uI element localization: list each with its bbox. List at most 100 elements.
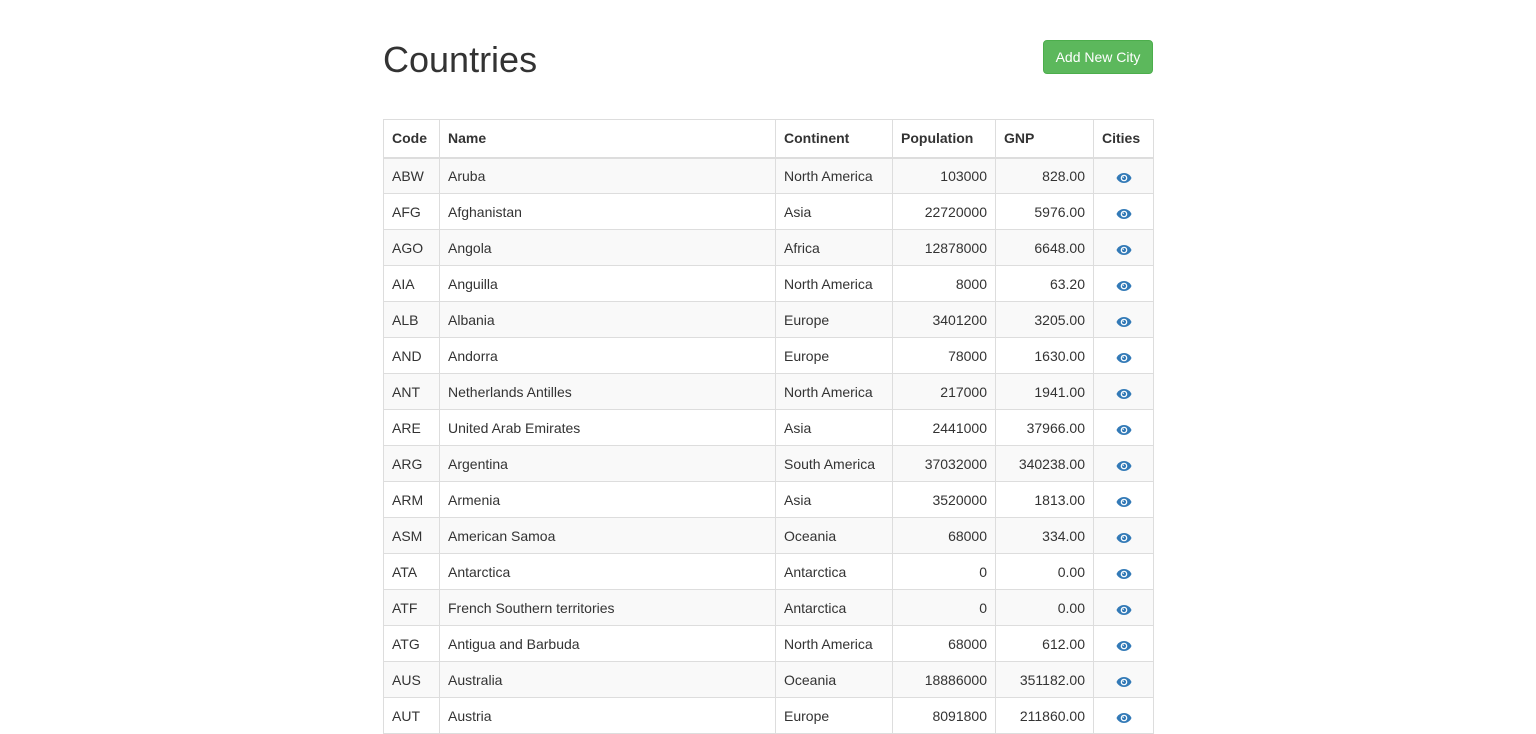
- cell-code: ARG: [383, 445, 440, 482]
- cell-continent: Africa: [775, 229, 893, 266]
- cell-cities: [1093, 661, 1154, 698]
- cell-continent: Asia: [775, 409, 893, 446]
- cell-population: 0: [892, 553, 996, 590]
- cell-population: 68000: [892, 517, 996, 554]
- cell-continent: Asia: [775, 193, 893, 230]
- cell-name: Aruba: [439, 157, 776, 194]
- table-row: ARE United Arab Emirates Asia 2441000 37966.…: [383, 409, 1154, 446]
- eye-icon[interactable]: [1116, 675, 1132, 687]
- cell-name: Albania: [439, 301, 776, 338]
- eye-icon[interactable]: [1116, 315, 1132, 327]
- eye-icon[interactable]: [1116, 387, 1132, 399]
- column-header-continent[interactable]: Continent: [775, 119, 893, 159]
- eye-icon[interactable]: [1116, 567, 1132, 579]
- cell-code: ARM: [383, 481, 440, 518]
- column-header-code[interactable]: Code: [383, 119, 440, 159]
- cell-cities: [1093, 265, 1154, 302]
- cell-continent: Europe: [775, 337, 893, 374]
- cell-cities: [1093, 301, 1154, 338]
- eye-icon[interactable]: [1116, 207, 1132, 219]
- cell-name: Argentina: [439, 445, 776, 482]
- column-header-population[interactable]: Population: [892, 119, 996, 159]
- eye-icon[interactable]: [1116, 459, 1132, 471]
- eye-icon[interactable]: [1116, 243, 1132, 255]
- eye-icon[interactable]: [1116, 639, 1132, 651]
- cell-gnp: 334.00: [995, 517, 1094, 554]
- cell-name: Antarctica: [439, 553, 776, 590]
- cell-population: 8000: [892, 265, 996, 302]
- cell-gnp: 828.00: [995, 157, 1094, 194]
- eye-icon[interactable]: [1116, 711, 1132, 723]
- eye-icon[interactable]: [1116, 279, 1132, 291]
- cell-continent: Antarctica: [775, 553, 893, 590]
- cell-name: Anguilla: [439, 265, 776, 302]
- eye-icon[interactable]: [1116, 495, 1132, 507]
- cell-population: 68000: [892, 625, 996, 662]
- cell-continent: South America: [775, 445, 893, 482]
- cell-gnp: 351182.00: [995, 661, 1094, 698]
- table-row: ATA Antarctica Antarctica 0 0.00: [383, 553, 1154, 590]
- table-row: ASM American Samoa Oceania 68000 334.00: [383, 517, 1154, 554]
- cell-code: AND: [383, 337, 440, 374]
- cell-code: ALB: [383, 301, 440, 338]
- table-row: ANT Netherlands Antilles North America 2170…: [383, 373, 1154, 410]
- cell-population: 0: [892, 589, 996, 626]
- cell-name: Antigua and Barbuda: [439, 625, 776, 662]
- cell-cities: [1093, 337, 1154, 374]
- eye-icon[interactable]: [1116, 603, 1132, 615]
- cell-population: 103000: [892, 157, 996, 194]
- cell-continent: Europe: [775, 301, 893, 338]
- cell-name: American Samoa: [439, 517, 776, 554]
- cell-population: 37032000: [892, 445, 996, 482]
- cell-cities: [1093, 409, 1154, 446]
- table-row: ARM Armenia Asia 3520000 1813.00: [383, 481, 1154, 518]
- cell-cities: [1093, 157, 1154, 194]
- cell-population: 18886000: [892, 661, 996, 698]
- cell-continent: North America: [775, 157, 893, 194]
- cell-continent: North America: [775, 265, 893, 302]
- cell-continent: North America: [775, 625, 893, 662]
- cell-cities: [1093, 625, 1154, 662]
- cell-code: ABW: [383, 157, 440, 194]
- cell-cities: [1093, 697, 1154, 734]
- cell-cities: [1093, 373, 1154, 410]
- cell-code: ATG: [383, 625, 440, 662]
- column-header-gnp[interactable]: GNP: [995, 119, 1094, 159]
- cell-population: 3520000: [892, 481, 996, 518]
- table-row: ATF French Southern territories Antarctica…: [383, 589, 1154, 626]
- cell-continent: Europe: [775, 697, 893, 734]
- cell-name: Armenia: [439, 481, 776, 518]
- column-header-cities[interactable]: Cities: [1093, 119, 1154, 159]
- cell-gnp: 1941.00: [995, 373, 1094, 410]
- table-row: AIA Anguilla North America 8000 63.20: [383, 265, 1154, 302]
- countries-table: Code Name Continent Population GNP Citie…: [383, 119, 1154, 734]
- cell-code: AUS: [383, 661, 440, 698]
- cell-continent: North America: [775, 373, 893, 410]
- cell-code: AIA: [383, 265, 440, 302]
- cell-cities: [1093, 229, 1154, 266]
- eye-icon[interactable]: [1116, 423, 1132, 435]
- page-title: Countries: [383, 39, 538, 80]
- cell-gnp: 6648.00: [995, 229, 1094, 266]
- cell-cities: [1093, 445, 1154, 482]
- cell-name: Afghanistan: [439, 193, 776, 230]
- cell-gnp: 340238.00: [995, 445, 1094, 482]
- eye-icon[interactable]: [1116, 351, 1132, 363]
- cell-cities: [1093, 589, 1154, 626]
- cell-gnp: 3205.00: [995, 301, 1094, 338]
- cell-name: Australia: [439, 661, 776, 698]
- cell-code: AUT: [383, 697, 440, 734]
- eye-icon[interactable]: [1116, 531, 1132, 543]
- table-row: AGO Angola Africa 12878000 6648.00: [383, 229, 1154, 266]
- eye-icon[interactable]: [1116, 171, 1132, 184]
- cell-gnp: 5976.00: [995, 193, 1094, 230]
- column-header-name[interactable]: Name: [439, 119, 776, 159]
- cell-population: 217000: [892, 373, 996, 410]
- cell-cities: [1093, 481, 1154, 518]
- cell-code: ATA: [383, 553, 440, 590]
- add-new-city-button[interactable]: Add New City: [1043, 40, 1153, 74]
- table-row: ATG Antigua and Barbuda North America 68000…: [383, 625, 1154, 662]
- cell-continent: Oceania: [775, 661, 893, 698]
- cell-population: 2441000: [892, 409, 996, 446]
- cell-continent: Antarctica: [775, 589, 893, 626]
